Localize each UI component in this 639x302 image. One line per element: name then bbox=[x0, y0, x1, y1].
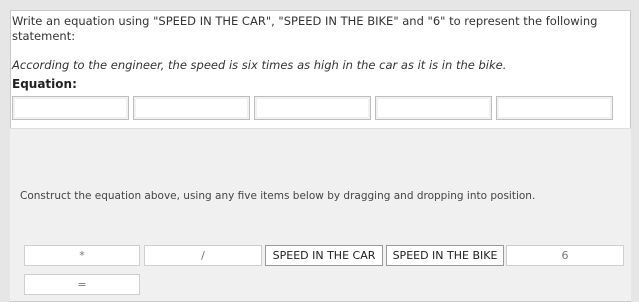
equation-slot-row bbox=[12, 96, 618, 124]
equation-slot-4[interactable] bbox=[375, 96, 492, 120]
tile-six[interactable]: 6 bbox=[506, 245, 624, 266]
construct-instruction: Construct the equation above, using any … bbox=[20, 190, 536, 202]
equation-slot-2[interactable] bbox=[133, 96, 250, 120]
tile-equals[interactable]: = bbox=[24, 274, 140, 295]
equation-slot-3[interactable] bbox=[254, 96, 371, 120]
equation-label: Equation: bbox=[12, 77, 77, 91]
tile-divide[interactable]: / bbox=[144, 245, 262, 266]
equation-slot-1[interactable] bbox=[12, 96, 129, 120]
tile-speed-in-the-car[interactable]: SPEED IN THE CAR bbox=[265, 245, 383, 266]
instruction-text: Write an equation using "SPEED IN THE CA… bbox=[12, 14, 598, 43]
equation-slot-5[interactable] bbox=[496, 96, 613, 120]
tile-speed-in-the-bike[interactable]: SPEED IN THE BIKE bbox=[386, 245, 504, 266]
tile-multiply[interactable]: * bbox=[24, 245, 140, 266]
statement-text: According to the engineer, the speed is … bbox=[12, 58, 507, 72]
